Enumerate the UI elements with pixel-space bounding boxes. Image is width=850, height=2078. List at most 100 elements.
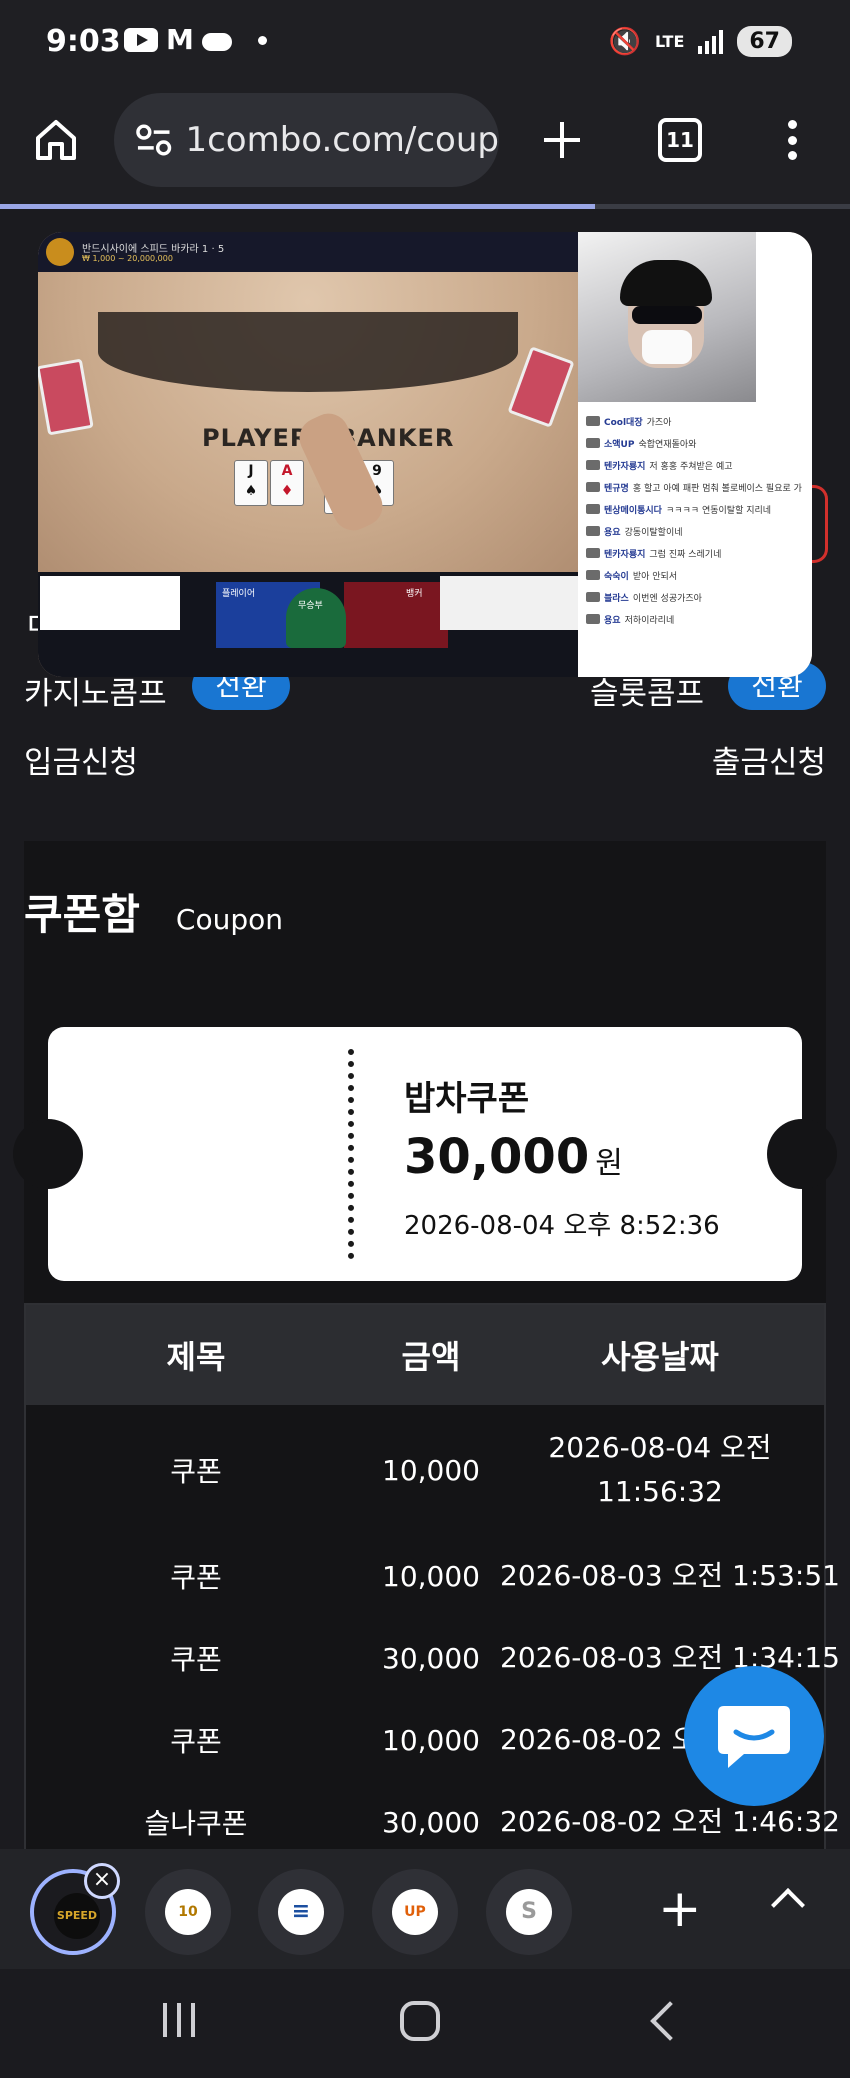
playing-card: A ♦	[270, 460, 304, 506]
new-tab-button[interactable]	[540, 118, 584, 162]
shortcut-menu[interactable]: ≡	[258, 1869, 344, 1955]
home-icon	[36, 120, 76, 160]
chat-text: 그럼 진짜 스레기네	[649, 549, 722, 560]
coupon-ticket[interactable]: 밥차쿠폰 30,000 원 2026-08-04 오후 8:52:36	[13, 1027, 837, 1281]
video-overlay[interactable]: PLAYER | BANKER J♠ A♦ 8♣ 9♠ 반드시사이에 스피드 바…	[38, 232, 812, 677]
banker-label: 뱅커	[406, 589, 423, 599]
streamer-hair	[620, 260, 712, 306]
screen: 9:03 M 🔇 LTE 67 1combo.com/coup 11 PLAYE…	[0, 0, 850, 2078]
table-row: 슬나쿠폰 30,000 2026-08-02 오전 1:46:32	[26, 1781, 840, 1849]
chat-bubble-icon	[718, 1706, 790, 1768]
shortcut-up[interactable]: UP	[372, 1869, 458, 1955]
stream-title: 반드시사이에 스피드 바카라 1 · 5	[82, 244, 225, 255]
mute-icon: 🔇	[608, 26, 641, 57]
chat-badge-icon	[586, 614, 600, 624]
ticket-notch-left	[13, 1119, 83, 1189]
battery-indicator: 67	[737, 26, 792, 57]
tie-label: 무승부	[298, 601, 323, 611]
shortcut-10[interactable]: 10	[145, 1869, 231, 1955]
browser-toolbar: 1combo.com/coup 11	[0, 90, 850, 206]
chat-username: 용요	[604, 527, 621, 538]
chat-text: 가즈아	[646, 417, 672, 428]
chat-text: 저 홍홍 주쳐받은 예고	[649, 461, 733, 472]
chat-text: 이번엔 성공가즈아	[632, 593, 702, 604]
row-amount: 30,000	[382, 1641, 480, 1675]
site-settings-icon[interactable]	[134, 122, 173, 158]
close-icon[interactable]: ×	[84, 1863, 120, 1899]
row-title: 쿠폰	[170, 1561, 222, 1594]
system-icons: 🔇 LTE 67	[609, 26, 792, 57]
chat-badge-icon	[586, 438, 600, 448]
row-title: 쿠폰	[170, 1725, 222, 1758]
chat-badge-icon	[586, 460, 600, 470]
chat-username: 텐규명	[604, 483, 629, 494]
card-deck	[38, 358, 94, 436]
row-title: 슬나쿠폰	[144, 1807, 248, 1840]
nav-home-icon[interactable]	[400, 2001, 440, 2041]
shortcut-label: 10	[165, 1889, 211, 1935]
chat-text: 받아 안되서	[632, 571, 678, 582]
table-header: 제목 금액 사용날짜	[26, 1305, 824, 1405]
coupon-box-header: 쿠폰함 Coupon	[24, 881, 283, 941]
row-title: 쿠폰	[170, 1455, 222, 1488]
chevron-up-icon[interactable]	[771, 1888, 805, 1922]
row-date: 2026-08-04 오전 11:56:32	[548, 1431, 772, 1508]
coupon-box-title: 쿠폰함	[24, 890, 140, 939]
shortcut-label: S	[506, 1889, 552, 1935]
stream-header: 반드시사이에 스피드 바카라 1 · 5 ₩ 1,000 ~ 20,000,00…	[38, 232, 578, 272]
live-chat-button[interactable]	[684, 1666, 824, 1806]
row-amount: 30,000	[382, 1805, 480, 1839]
stream-logo	[46, 238, 74, 266]
shortcut-label: SPEED	[54, 1893, 100, 1939]
chat-text: 저하이라리네	[624, 615, 675, 626]
chat-badge-icon	[586, 416, 600, 426]
status-time: 9:03	[46, 24, 121, 59]
url-text: 1combo.com/coup	[185, 120, 499, 160]
chat-username: 텐카자룡지	[604, 549, 646, 560]
row-amount: 10,000	[382, 1453, 480, 1487]
chat-text: ㅋㅋㅋㅋ 연동이탈할 지리네	[665, 505, 772, 516]
playing-card: J ♠	[234, 460, 268, 506]
banker-bet-area: 뱅커	[344, 582, 448, 648]
add-shortcut-plus-icon[interactable]: +	[658, 1883, 702, 1935]
deposit-request-link[interactable]: 입금신청	[24, 737, 138, 782]
shortcut-s[interactable]: S	[486, 1869, 572, 1955]
home-button[interactable]	[30, 114, 82, 166]
chat-username: 용요	[604, 615, 621, 626]
address-bar[interactable]: 1combo.com/coup	[114, 93, 499, 187]
tab-switcher-button[interactable]: 11	[658, 118, 702, 162]
baccarat-table: PLAYER | BANKER J♠ A♦ 8♣ 9♠	[38, 272, 578, 572]
recent-apps-icon[interactable]	[163, 2003, 195, 2037]
chat-message: 텐카자룡지 저 홍홍 주쳐받은 예고	[586, 454, 806, 476]
shortcut-label: ≡	[278, 1889, 324, 1935]
table-row: 쿠폰 10,000 2026-08-03 오전 1:53:51	[26, 1535, 840, 1617]
betting-hud: 플레이어 뱅커 무승부	[38, 572, 578, 677]
status-bar: 9:03 M 🔇 LTE 67	[0, 0, 850, 90]
plus-icon	[544, 122, 580, 158]
cloud-icon	[201, 33, 232, 51]
streamer-sunglasses	[632, 306, 702, 324]
gmail-icon: M	[166, 23, 194, 56]
streamer-webcam	[578, 232, 756, 402]
withdraw-request-link[interactable]: 출금신청	[712, 737, 826, 782]
back-icon[interactable]	[650, 2001, 690, 2041]
chat-text: 강동이탈할이네	[624, 527, 683, 538]
row-date: 2026-08-03 오전 1:53:51	[500, 1559, 840, 1592]
coupon-box-subtitle: Coupon	[175, 903, 283, 936]
streamer-mask	[642, 330, 692, 364]
column-header-date: 사용날짜	[601, 1338, 719, 1376]
chat-username: 소액UP	[604, 439, 635, 450]
chat-message: 텐규명 홍 할고 아예 패판 멈춰 볼로베이스 필요로 가	[586, 476, 806, 498]
table-row: 쿠폰 10,000 2026-08-04 오전 11:56:32	[26, 1405, 824, 1535]
chat-text: 홍 할고 아예 패판 멈춰 볼로베이스 필요로 가	[632, 483, 802, 494]
tie-bet-area: 무승부	[286, 588, 346, 648]
row-date: 2026-08-02 오전 1:46:32	[500, 1805, 840, 1838]
chat-username: 숙숙이	[604, 571, 629, 582]
chat-badge-icon	[586, 504, 600, 514]
chat-badge-icon	[586, 482, 600, 492]
more-vertical-icon[interactable]	[784, 120, 800, 160]
column-header-amount: 금액	[401, 1338, 461, 1376]
chat-message: 용요 저하이라리네	[586, 608, 806, 630]
network-type: LTE	[654, 31, 685, 51]
big-road	[440, 576, 578, 630]
